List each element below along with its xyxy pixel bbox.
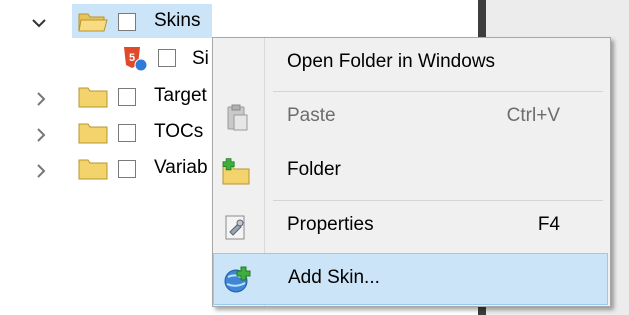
tree-item-label: Si xyxy=(192,48,209,69)
checkbox[interactable] xyxy=(118,160,136,178)
menu-item-label: Open Folder in Windows xyxy=(287,51,496,72)
paste-icon xyxy=(227,104,248,131)
menu-item-open-folder[interactable]: Open Folder in Windows xyxy=(213,38,608,90)
menu-item-shortcut: Ctrl+V xyxy=(506,105,560,126)
checkbox[interactable] xyxy=(118,13,136,31)
properties-icon xyxy=(225,215,245,240)
menu-item-label: Paste xyxy=(287,105,336,126)
tree-item-label: Target xyxy=(154,85,207,106)
folder-icon xyxy=(78,159,108,180)
menu-item-properties[interactable]: Properties F4 xyxy=(213,201,608,253)
new-folder-icon xyxy=(222,158,250,185)
tree-item-label: Variab xyxy=(154,157,208,178)
add-skin-icon xyxy=(224,266,251,293)
menu-item-add-skin[interactable]: Add Skin... xyxy=(213,253,608,305)
menu-item-label: Folder xyxy=(287,159,341,180)
checkbox[interactable] xyxy=(118,88,136,106)
chevron-right-icon[interactable] xyxy=(32,162,50,180)
menu-item-paste[interactable]: Paste Ctrl+V xyxy=(213,92,608,144)
menu-item-label: Properties xyxy=(287,214,374,235)
folder-open-icon xyxy=(78,13,108,32)
tree-item-label: TOCs xyxy=(154,121,204,142)
folder-icon xyxy=(78,123,108,144)
skin-file-icon: 5 xyxy=(124,47,148,72)
tree-item-skins[interactable]: Skins xyxy=(0,4,480,40)
context-menu: Open Folder in Windows Paste Ctrl+V Fold… xyxy=(212,37,611,307)
chevron-down-icon[interactable] xyxy=(30,14,48,32)
folder-icon xyxy=(78,87,108,108)
checkbox[interactable] xyxy=(158,49,176,67)
menu-item-shortcut: F4 xyxy=(537,214,560,235)
tree-item-label: Skins xyxy=(154,10,201,31)
menu-item-label: Add Skin... xyxy=(288,267,380,288)
menu-item-folder[interactable]: Folder xyxy=(213,146,608,198)
chevron-right-icon[interactable] xyxy=(32,90,50,108)
checkbox[interactable] xyxy=(118,124,136,142)
svg-text:5: 5 xyxy=(129,52,135,64)
chevron-right-icon[interactable] xyxy=(32,126,50,144)
